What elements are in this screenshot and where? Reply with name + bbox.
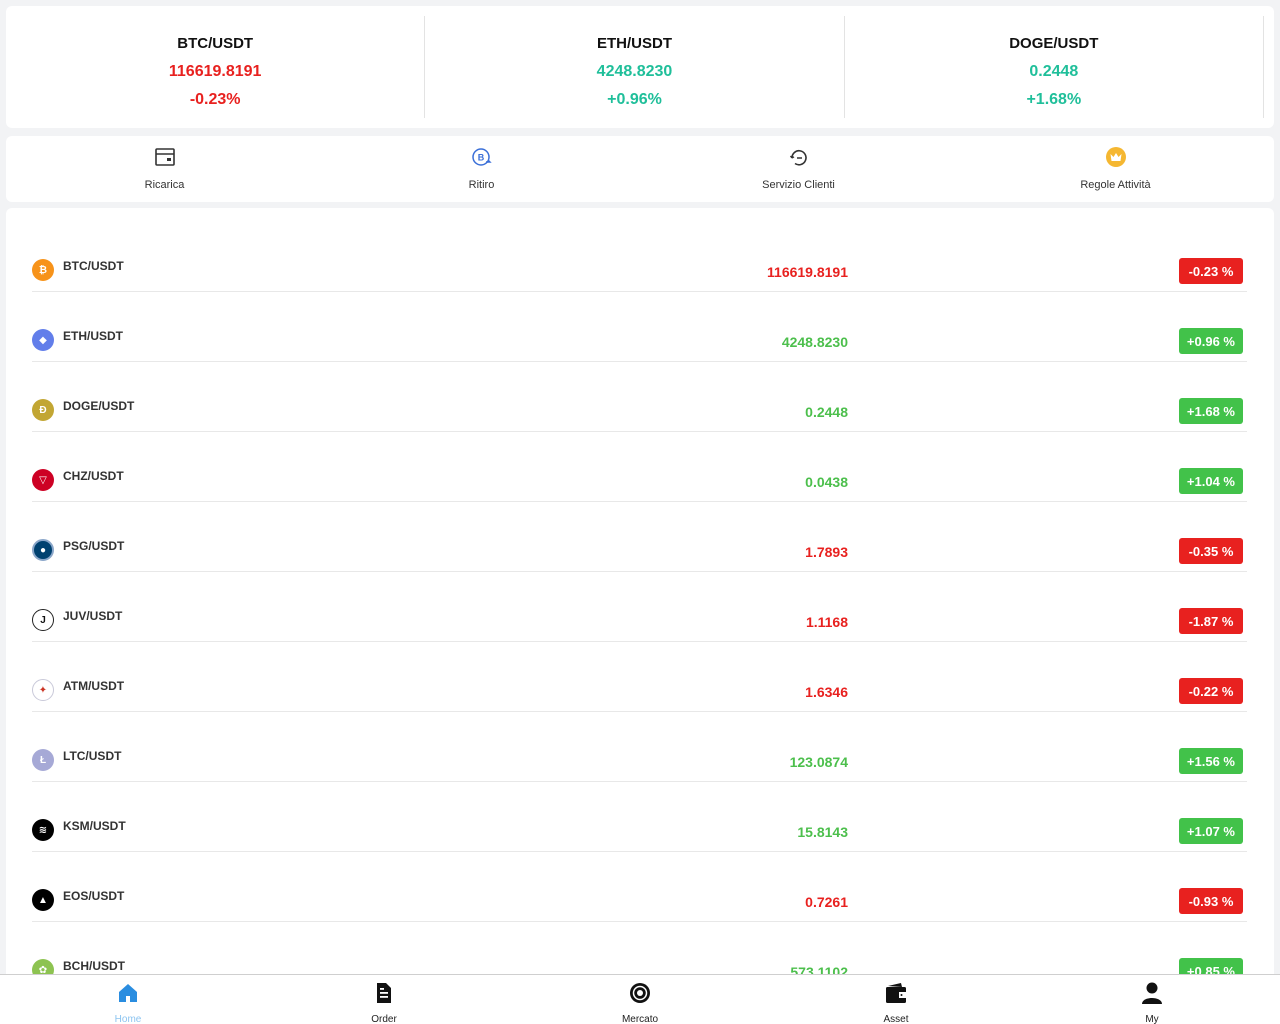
market-list: ₿ BTC/USDT 116619.8191 -0.23 % ◆ ETH/USD… [6,208,1274,988]
pair-name: PSG/USDT [63,539,125,553]
nav-order[interactable]: Order [256,975,512,1024]
pair-name: ATM/USDT [63,679,125,693]
pair-name: JUV/USDT [63,609,123,623]
pair-name: ETH/USDT [63,329,123,343]
quick-actions-bar: Ricarica B Ritiro Servizio Clienti Regol… [6,136,1274,202]
ticker-card-btc[interactable]: BTC/USDT 116619.8191 -0.23% [6,16,426,118]
market-row-chz[interactable]: ▽ CHZ/USDT 0.0438 +1.04 % [32,432,1247,502]
asset-wallet-icon [884,981,908,1010]
ticker-pair: DOGE/USDT [1009,35,1099,52]
change-badge: -0.93 % [1179,888,1243,914]
ticker-price: 116619.8191 [168,63,262,80]
ticker-pair: BTC/USDT [177,35,254,52]
withdraw-label: Ritiro [468,179,495,191]
pair-price: 116619.8191 [767,264,848,280]
btc-coin-icon: ₿ [32,259,54,281]
market-row-eth[interactable]: ◆ ETH/USDT 4248.8230 +0.96 % [32,292,1247,362]
change-badge: +1.04 % [1178,468,1243,494]
pair-name: BTC/USDT [63,259,124,273]
market-row-eos[interactable]: ▲ EOS/USDT 0.7261 -0.93 % [32,852,1247,922]
nav-home-label: Home [114,1014,142,1024]
home-icon [116,981,140,1010]
customer-service-icon [788,146,810,173]
wallet-icon [154,146,176,173]
ticker-panel: BTC/USDT 116619.8191 -0.23% ETH/USDT 424… [6,6,1274,128]
market-icon [628,981,652,1010]
nav-market[interactable]: Mercato [512,975,768,1024]
user-icon [1140,981,1164,1010]
market-row-ltc[interactable]: Ł LTC/USDT 123.0874 +1.56 % [32,712,1247,782]
market-row-ksm[interactable]: ≋ KSM/USDT 15.8143 +1.07 % [32,782,1247,852]
market-row-doge[interactable]: Ð DOGE/USDT 0.2448 +1.68 % [32,362,1247,432]
change-badge: -1.87 % [1179,608,1243,634]
ticker-price: 4248.8230 [596,63,673,80]
pair-price: 1.6346 [805,684,848,700]
ticker-pair: ETH/USDT [596,35,672,52]
ltc-coin-icon: Ł [32,749,54,771]
pair-name: LTC/USDT [63,749,122,763]
change-badge: -0.35 % [1179,538,1243,564]
change-badge: +1.07 % [1178,818,1243,844]
withdraw-button[interactable]: B Ritiro [323,136,640,202]
ticker-price: 0.2448 [1029,63,1079,80]
customer-service-label: Servizio Clienti [762,179,835,191]
doge-coin-icon: Ð [32,399,54,421]
pair-price: 123.0874 [789,754,848,770]
change-badge: +1.68 % [1178,398,1243,424]
eth-coin-icon: ◆ [32,329,54,351]
recharge-label: Ricarica [144,179,185,191]
market-row-btc[interactable]: ₿ BTC/USDT 116619.8191 -0.23 % [32,222,1247,292]
nav-asset[interactable]: Asset [768,975,1024,1024]
eos-coin-icon: ▲ [32,889,54,911]
pair-price: 1.7893 [805,544,848,560]
ksm-coin-icon: ≋ [32,819,54,841]
chz-coin-icon: ▽ [32,469,54,491]
change-badge: +1.56 % [1178,748,1243,774]
crown-icon [1105,146,1127,173]
ticker-change: -0.23% [189,91,241,108]
change-badge: -0.22 % [1179,678,1243,704]
bottom-nav: Home Order Mercato Asset My [0,974,1280,1024]
psg-coin-icon: ● [32,539,54,561]
nav-my[interactable]: My [1024,975,1280,1024]
bitcoin-withdraw-icon: B [471,146,493,173]
svg-text:B: B [477,153,484,163]
nav-order-label: Order [371,1014,397,1024]
nav-asset-label: Asset [883,1014,909,1024]
recharge-button[interactable]: Ricarica [6,136,323,202]
change-badge: +0.96 % [1178,328,1243,354]
customer-service-button[interactable]: Servizio Clienti [640,136,957,202]
nav-home[interactable]: Home [0,975,256,1024]
nav-market-label: Mercato [621,1014,659,1024]
atm-coin-icon: ✦ [32,679,54,701]
juv-coin-icon: J [32,609,54,631]
pair-price: 0.7261 [805,894,848,910]
order-icon [372,981,396,1010]
nav-my-label: My [1145,1014,1159,1024]
pair-price: 0.0438 [805,474,848,490]
market-row-psg[interactable]: ● PSG/USDT 1.7893 -0.35 % [32,502,1247,572]
pair-price: 15.8143 [797,824,848,840]
market-row-atm[interactable]: ✦ ATM/USDT 1.6346 -0.22 % [32,642,1247,712]
ticker-change: +1.68% [1026,91,1082,108]
ticker-card-doge[interactable]: DOGE/USDT 0.2448 +1.68% [845,16,1264,118]
ticker-change: +0.96% [607,91,662,108]
pair-name: DOGE/USDT [63,399,135,413]
pair-name: CHZ/USDT [63,469,124,483]
market-row-juv[interactable]: J JUV/USDT 1.1168 -1.87 % [32,572,1247,642]
pair-name: BCH/USDT [63,959,125,973]
pair-price: 1.1168 [805,614,848,630]
pair-name: KSM/USDT [63,819,126,833]
change-badge: -0.23 % [1179,258,1243,284]
activity-rules-label: Regole Attività [1080,179,1151,191]
activity-rules-button[interactable]: Regole Attività [957,136,1274,202]
ticker-card-eth[interactable]: ETH/USDT 4248.8230 +0.96% [425,16,845,118]
pair-name: EOS/USDT [63,889,125,903]
pair-price: 4248.8230 [781,334,848,350]
pair-price: 0.2448 [805,404,848,420]
